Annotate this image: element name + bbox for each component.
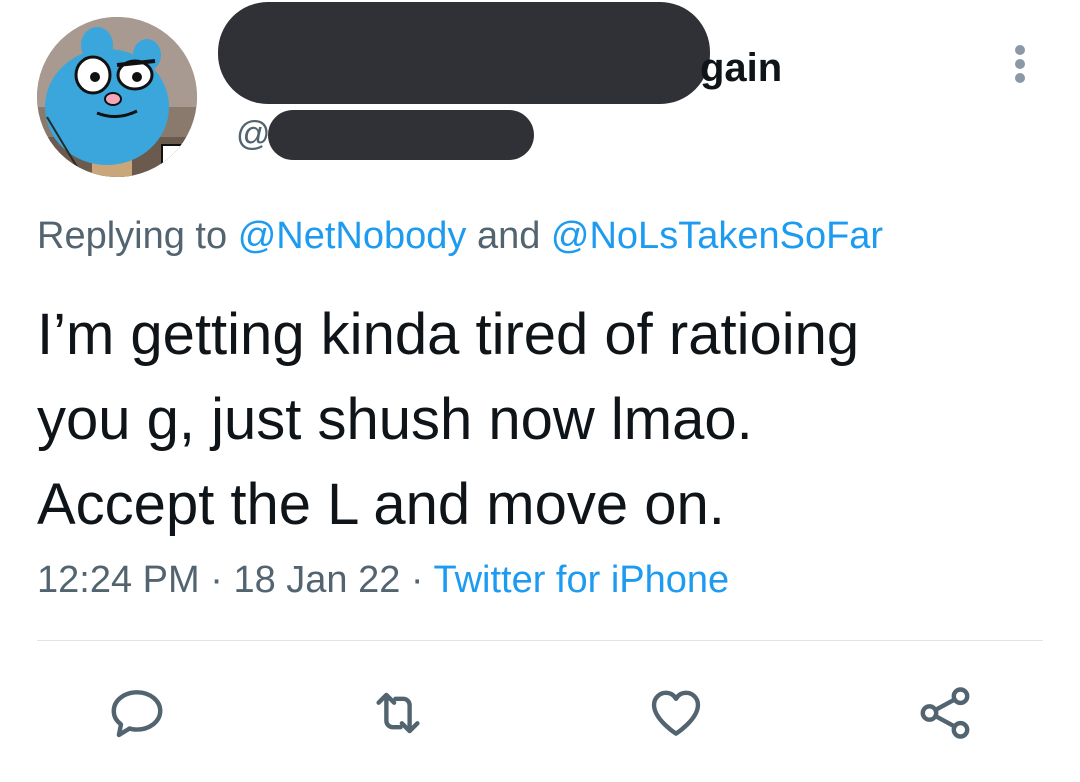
- tweet-date[interactable]: 18 Jan 22: [233, 559, 400, 601]
- tweet-text-line: you g, just shush now lmao.: [37, 387, 753, 452]
- tweet-time[interactable]: 12:24 PM: [37, 559, 200, 601]
- avatar-image: [37, 17, 197, 177]
- handle-prefix: @: [236, 115, 271, 153]
- replying-to-conjunction: and: [476, 215, 541, 257]
- reply-button[interactable]: [102, 678, 172, 748]
- redacted-handle: [268, 110, 534, 160]
- retweet-button[interactable]: [363, 678, 433, 748]
- more-options-button[interactable]: [1000, 42, 1040, 92]
- mention-link-nolstakensofar[interactable]: @NoLsTakenSoFar: [551, 215, 883, 257]
- tweet-text-line: I’m getting kinda tired of ratioing: [37, 302, 860, 367]
- more-vertical-icon: [1015, 45, 1025, 83]
- tweet-metadata: 12:24 PM · 18 Jan 22 · Twitter for iPhon…: [37, 556, 729, 604]
- mention-link-netnobody[interactable]: @NetNobody: [238, 215, 467, 257]
- share-icon: [920, 687, 970, 739]
- avatar[interactable]: [37, 17, 197, 177]
- display-name-suffix: gain: [700, 46, 783, 90]
- reply-icon: [111, 690, 163, 738]
- tweet-source-link[interactable]: Twitter for iPhone: [433, 559, 729, 601]
- share-button[interactable]: [910, 678, 980, 748]
- divider: [37, 640, 1043, 641]
- replying-to-label: Replying to: [37, 215, 228, 257]
- tweet-text-line: Accept the L and move on.: [37, 472, 725, 537]
- like-icon: [651, 690, 701, 736]
- replying-to-line: Replying to @NetNobody and @NoLsTakenSoF…: [37, 212, 883, 260]
- retweet-icon: [376, 692, 420, 734]
- tweet-text: I’m getting kinda tired of ratioing you …: [37, 292, 1047, 547]
- meta-separator: ·: [210, 559, 223, 601]
- like-button[interactable]: [641, 678, 711, 748]
- meta-separator: ·: [410, 559, 424, 601]
- redacted-display-name: [218, 2, 710, 104]
